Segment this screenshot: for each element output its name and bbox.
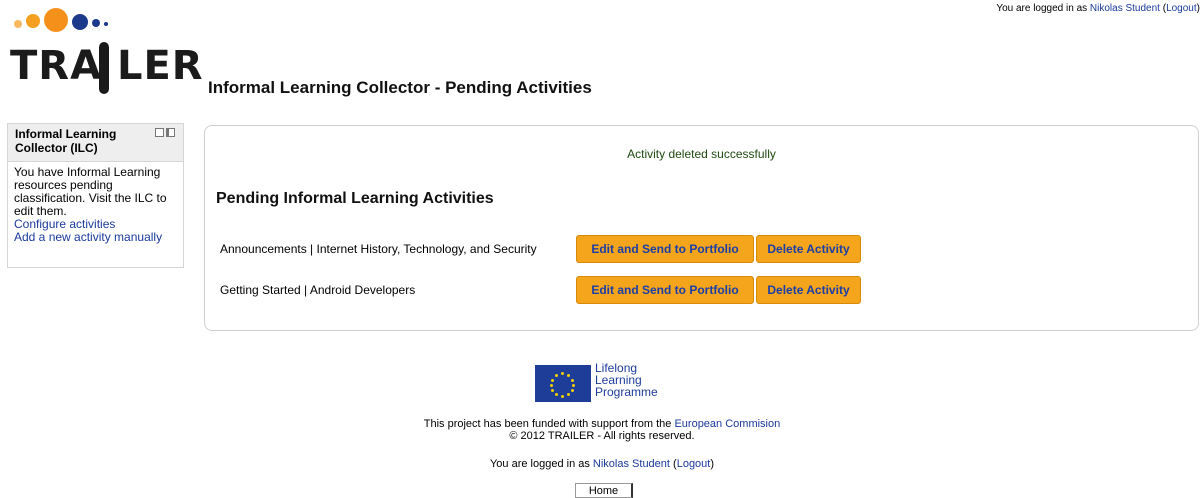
eu-star	[567, 393, 570, 396]
lifelong-learning-logo: Lifelong Learning Programme	[535, 362, 690, 402]
trailer-logo[interactable]: TRA LER	[10, 8, 206, 94]
activity-name: Getting Started | Android Developers	[220, 283, 416, 297]
eu-star	[561, 395, 564, 398]
pending-activities-panel: Activity deleted successfully Pending In…	[204, 125, 1199, 331]
section-heading: Pending Informal Learning Activities	[216, 190, 494, 207]
edit-send-portfolio-button[interactable]: Edit and Send to Portfolio	[576, 235, 754, 263]
hide-icon	[155, 128, 164, 137]
eu-star	[550, 384, 553, 387]
eu-star	[571, 379, 574, 382]
eu-star	[551, 389, 554, 392]
logo-dot	[104, 22, 108, 26]
logo-dot	[26, 14, 40, 28]
status-message: Activity deleted successfully	[627, 147, 776, 161]
ilc-side-block: Informal Learning Collector (ILC) You ha…	[7, 123, 184, 268]
european-commission-link[interactable]: European Commision	[674, 418, 780, 430]
copyright-text: © 2012 TRAILER - All rights reserved.	[509, 430, 695, 442]
funded-text: This project has been funded with suppor…	[423, 418, 675, 430]
header-login-info: You are logged in as Nikolas Student (Lo…	[996, 3, 1200, 14]
logo-dot	[92, 19, 100, 27]
logout-link[interactable]: Logout	[677, 458, 711, 470]
hide-dock-icon[interactable]	[155, 128, 175, 137]
page-title: Informal Learning Collector - Pending Ac…	[208, 78, 592, 97]
footer-login-info: You are logged in as Nikolas Student (Lo…	[489, 458, 715, 470]
dock-icon	[166, 128, 175, 137]
user-profile-link[interactable]: Nikolas Student	[1090, 3, 1160, 14]
user-profile-link[interactable]: Nikolas Student	[593, 458, 670, 470]
delete-activity-button[interactable]: Delete Activity	[756, 276, 861, 304]
eu-star	[572, 384, 575, 387]
logo-dot	[14, 20, 22, 28]
logout-link[interactable]: Logout	[1166, 3, 1197, 14]
login-prefix: You are logged in as	[996, 3, 1090, 14]
side-block-body: You have Informal Learning resources pen…	[8, 162, 183, 248]
login-prefix: You are logged in as	[489, 458, 593, 470]
side-block-header: Informal Learning Collector (ILC)	[8, 124, 183, 162]
eu-star	[555, 374, 558, 377]
footer-funding-text: This project has been funded with suppor…	[0, 418, 1204, 442]
logo-i-bar	[99, 42, 109, 94]
logo-dot	[44, 8, 68, 32]
eu-star	[555, 393, 558, 396]
edit-send-portfolio-button[interactable]: Edit and Send to Portfolio	[576, 276, 754, 304]
eu-star	[567, 374, 570, 377]
eu-flag-icon	[535, 365, 591, 402]
activity-name: Announcements | Internet History, Techno…	[220, 242, 537, 256]
eu-logo-text: Lifelong Learning Programme	[595, 362, 658, 398]
eu-logo-line: Programme	[595, 385, 658, 399]
side-block-message: You have Informal Learning resources pen…	[14, 165, 167, 218]
side-block-title: Informal Learning Collector (ILC)	[15, 127, 117, 155]
eu-star	[551, 379, 554, 382]
eu-star	[571, 389, 574, 392]
logo-dot	[72, 14, 88, 30]
delete-activity-button[interactable]: Delete Activity	[756, 235, 861, 263]
eu-star	[561, 372, 564, 375]
add-activity-manually-link[interactable]: Add a new activity manually	[14, 231, 177, 244]
